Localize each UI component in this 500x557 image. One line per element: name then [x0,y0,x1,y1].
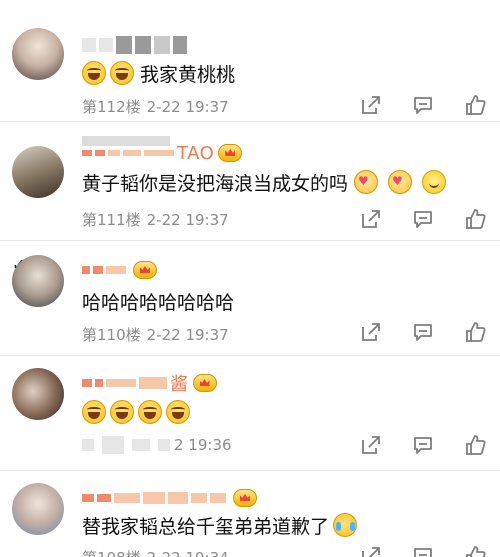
username-text: TAO [177,142,215,164]
comment-actions [330,321,486,343]
crying-laugh-emoji-icon [333,513,358,537]
comment-meta: 第112楼 2-22 19:37 [82,96,229,117]
avatar[interactable] [12,28,68,84]
username[interactable] [82,259,157,281]
floor-number: 第111楼 [82,211,141,229]
comment-text: 黄子韬你是没把海浪当成女的吗 [82,172,349,195]
love-emoji-icon [388,170,413,194]
laugh-emoji-icon [110,400,134,424]
share-icon[interactable] [360,434,382,456]
love-emoji-icon [354,170,379,194]
floor-number: 第108楼 [82,547,141,557]
vip-crown-icon [233,489,257,507]
avatar[interactable] [12,368,68,424]
laugh-emoji-icon [138,400,162,424]
timestamp: 2 19:36 [174,436,232,454]
share-icon[interactable] [360,545,382,557]
timestamp: 2-22 19:37 [146,210,229,229]
comment-meta: 2 19:36 [82,436,232,454]
comment-item: ✓ 哈哈哈哈哈哈哈哈 第110楼 2-22 19:37 [0,240,500,355]
floor-number: 第110楼 [82,326,141,344]
avatar[interactable] [12,483,68,539]
laugh-emoji-icon [110,61,134,85]
like-icon[interactable] [464,545,486,557]
comment-meta: 第108楼 2-22 19:34 [82,547,229,557]
comment-actions [330,94,486,116]
vip-crown-icon [192,374,217,392]
comment-item: 我家黄桃桃 第112楼 2-22 19:37 [0,0,500,120]
comment-list: 我家黄桃桃 第112楼 2-22 19:37 TAO 黄子韬你是没把海浪当成女的… [0,0,500,557]
comment-body: 我家黄桃桃 [82,60,235,86]
share-icon[interactable] [360,94,382,116]
comment-icon[interactable] [412,434,434,456]
comment-meta: 第110楼 2-22 19:37 [82,324,229,345]
comment-icon[interactable] [412,545,434,557]
username[interactable]: TAO [82,142,243,164]
like-icon[interactable] [464,94,486,116]
comment-item: 酱 2 19:36 [0,355,500,470]
share-icon[interactable] [360,321,382,343]
avatar[interactable]: ✓ [12,255,68,311]
comment-text: 我家黄桃桃 [140,63,236,86]
username[interactable] [82,487,257,509]
comment-actions [330,545,486,557]
floor-number: 第112楼 [82,98,141,116]
comment-body [82,398,194,426]
comment-body: 黄子韬你是没把海浪当成女的吗 [82,168,450,196]
comment-icon[interactable] [412,94,434,116]
timestamp: 2-22 19:37 [146,325,229,344]
username[interactable]: 酱 [82,372,217,395]
comment-body: 替我家韬总给千玺弟弟道歉了 [82,511,361,539]
comment-actions [330,434,486,456]
like-icon[interactable] [464,434,486,456]
laugh-emoji-icon [82,61,106,85]
like-icon[interactable] [464,321,486,343]
comment-actions [330,208,486,230]
avatar[interactable] [12,146,68,202]
comment-icon[interactable] [412,321,434,343]
laugh-emoji-icon [82,400,106,424]
comment-item: TAO 黄子韬你是没把海浪当成女的吗 第111楼 2-22 19:37 [0,121,500,240]
vip-crown-icon [218,144,243,162]
vip-crown-icon [133,261,157,279]
comment-body: 哈哈哈哈哈哈哈哈 [82,287,234,315]
username[interactable] [82,34,190,56]
comment-item: 替我家韬总给千玺弟弟道歉了 第108楼 2-22 19:34 [0,470,500,557]
timestamp: 2-22 19:37 [146,97,229,116]
share-icon[interactable] [360,208,382,230]
timestamp: 2-22 19:34 [147,549,229,557]
comment-meta: 第111楼 2-22 19:37 [82,209,229,230]
username-text: 酱 [170,374,189,395]
comment-icon[interactable] [412,208,434,230]
smile-emoji-icon [422,170,447,194]
like-icon[interactable] [464,208,486,230]
comment-text: 替我家韬总给千玺弟弟道歉了 [82,515,330,538]
laugh-emoji-icon [166,400,190,424]
comment-text: 哈哈哈哈哈哈哈哈 [82,291,235,314]
